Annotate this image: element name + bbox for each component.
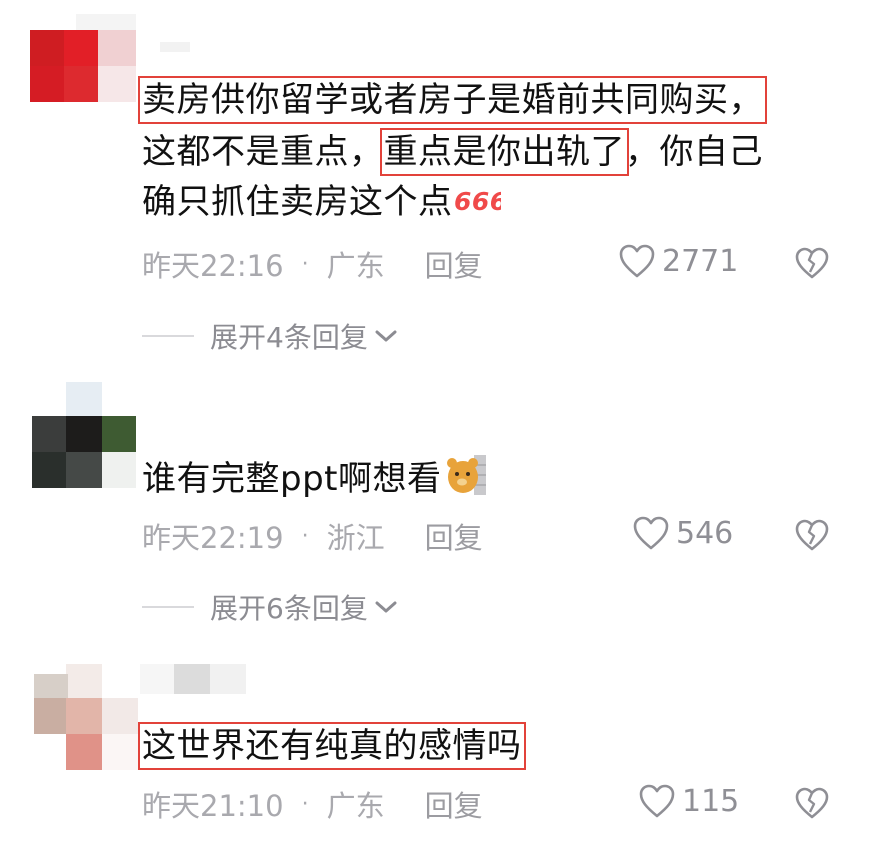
- username-blurred[interactable]: [160, 42, 190, 52]
- comment-text-line-1: 卖房供你留学或者房子是婚前共同购买，: [138, 76, 767, 124]
- broken-heart-icon: [795, 787, 829, 819]
- expand-replies-button[interactable]: 展开6条回复: [142, 587, 398, 627]
- comment-meta: 昨天22:19 · 浙江 回复: [142, 515, 483, 557]
- comment-text-line-2: 这都不是重点，重点是你出轨了，你自己: [142, 128, 763, 176]
- avatar[interactable]: [32, 382, 136, 488]
- highlighted-text: 卖房供你留学或者房子是婚前共同购买，: [138, 76, 767, 124]
- comment-text: 这世界还有纯真的感情吗: [138, 722, 526, 770]
- chevron-down-icon: [375, 601, 397, 613]
- location: 浙江: [326, 521, 385, 555]
- highlighted-text: 这世界还有纯真的感情吗: [138, 722, 526, 770]
- heart-outline-icon: [633, 516, 669, 550]
- like-button[interactable]: 115: [638, 783, 739, 819]
- divider-line: [142, 606, 194, 608]
- svg-text:666: 666: [454, 187, 501, 215]
- dislike-button[interactable]: [794, 246, 830, 284]
- broken-heart-icon: [795, 519, 829, 551]
- broken-heart-icon: [795, 247, 829, 279]
- dislike-button[interactable]: [794, 786, 830, 824]
- avatar[interactable]: [34, 664, 138, 770]
- expand-label: 展开6条回复: [210, 592, 368, 625]
- comment-text-line-3: 确只抓住卖房这个点 666: [142, 180, 507, 226]
- like-button[interactable]: 2771: [618, 243, 738, 279]
- comment-meta: 昨天22:16 · 广东 回复: [142, 243, 483, 285]
- like-count: 2771: [662, 243, 739, 279]
- highlighted-text: 重点是你出轨了: [379, 128, 629, 176]
- location: 广东: [326, 789, 385, 823]
- avatar-mosaic: [32, 382, 136, 488]
- separator-dot: ·: [301, 791, 309, 817]
- like-count: 115: [682, 783, 740, 819]
- like-count: 546: [676, 515, 734, 551]
- expand-label: 展开4条回复: [210, 321, 368, 354]
- peeking-bear-emoji: [446, 453, 486, 508]
- comment-meta: 昨天21:10 · 广东 回复: [142, 783, 483, 825]
- 666-emoji: 666: [453, 182, 507, 226]
- heart-outline-icon: [639, 784, 675, 818]
- heart-outline-icon: [619, 244, 655, 278]
- separator-dot: ·: [301, 523, 309, 549]
- timestamp: 昨天21:10: [142, 789, 284, 823]
- separator-dot: ·: [301, 251, 309, 277]
- avatar-mosaic: [30, 14, 136, 102]
- avatar[interactable]: [30, 14, 136, 102]
- location: 广东: [326, 249, 385, 283]
- avatar-mosaic: [34, 664, 138, 770]
- reply-button[interactable]: 回复: [425, 515, 483, 557]
- like-button[interactable]: 546: [632, 515, 733, 551]
- comment-text: 谁有完整ppt啊想看: [142, 453, 486, 508]
- divider-line: [142, 335, 194, 337]
- reply-button[interactable]: 回复: [425, 243, 483, 285]
- reply-button[interactable]: 回复: [425, 783, 483, 825]
- username-blurred[interactable]: [140, 664, 246, 694]
- expand-replies-button[interactable]: 展开4条回复: [142, 316, 398, 356]
- dislike-button[interactable]: [794, 518, 830, 556]
- chevron-down-icon: [375, 330, 397, 342]
- timestamp: 昨天22:16: [142, 249, 284, 283]
- timestamp: 昨天22:19: [142, 521, 284, 555]
